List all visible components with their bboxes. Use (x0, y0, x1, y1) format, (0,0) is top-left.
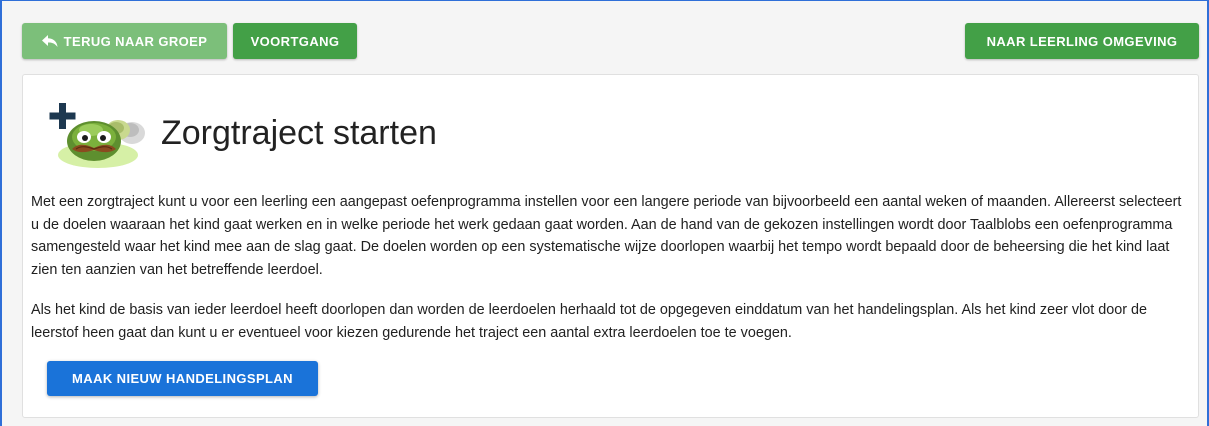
page-title: Zorgtraject starten (161, 114, 437, 152)
student-environment-label: NAAR LEERLING OMGEVING (986, 33, 1178, 49)
reply-arrow-icon (41, 35, 58, 47)
care-trajectory-card: Zorgtraject starten Met een zorgtraject … (22, 74, 1199, 418)
create-action-plan-button[interactable]: MAAK NIEUW HANDELINGSPLAN (47, 361, 318, 396)
back-to-group-label: TERUG NAAR GROEP (63, 33, 208, 49)
create-action-plan-label: MAAK NIEUW HANDELINGSPLAN (72, 371, 293, 386)
repeat-info-paragraph: Als het kind de basis van ieder leerdoel… (31, 302, 1148, 341)
progress-button[interactable]: VOORTGANG (233, 23, 357, 59)
intro-paragraph: Met een zorgtraject kunt u voor een leer… (31, 194, 1182, 278)
taalblob-plus-logo (49, 103, 145, 168)
back-to-group-button[interactable]: TERUG NAAR GROEP (22, 23, 227, 59)
student-environment-button[interactable]: NAAR LEERLING OMGEVING (965, 23, 1199, 59)
progress-label: VOORTGANG (250, 33, 340, 49)
app-frame: TERUG NAAR GROEP VOORTGANG NAAR LEERLING… (0, 0, 1209, 426)
